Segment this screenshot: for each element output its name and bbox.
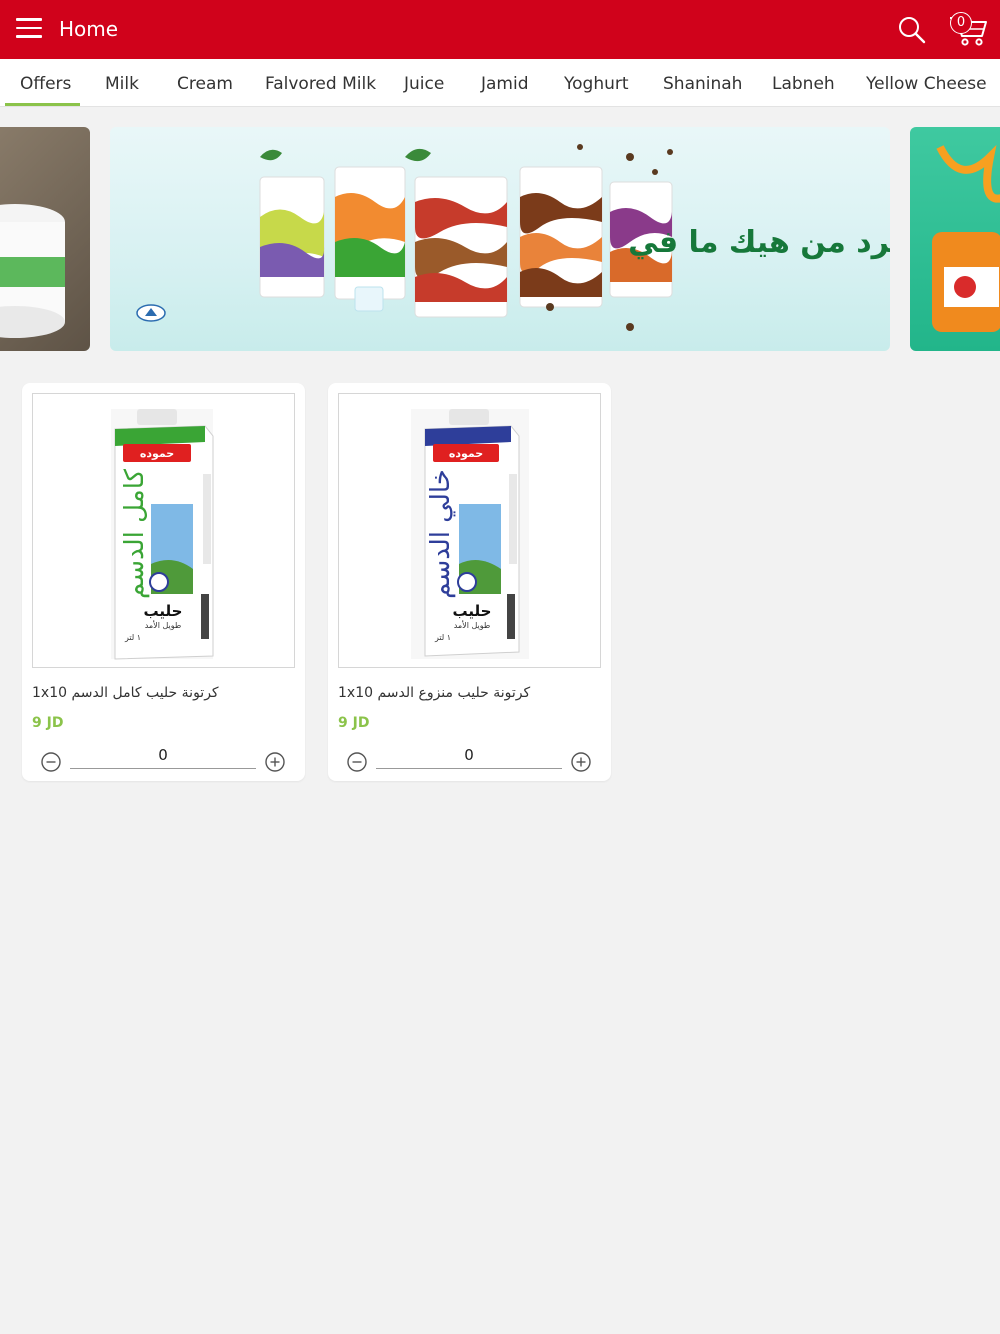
package-type: حليب — [144, 602, 183, 620]
banner-headline: ابرد من هيك ما في — [628, 225, 890, 260]
package-variant: خالي الدسم — [426, 469, 456, 599]
app-header: Home 0 — [0, 0, 1000, 59]
product-price: 9 JD — [338, 715, 370, 731]
tab-yoghurt[interactable]: Yoghurt — [564, 59, 629, 107]
package-subtype: طويل الأمد — [145, 620, 182, 630]
tab-yellow-cheese[interactable]: Yellow Cheese — [866, 59, 987, 107]
product-name: 1x10 كرتونة حليب منزوع الدسم — [338, 685, 531, 701]
product-image[interactable]: حموده خالي الدسم حليب طويل الأمد ١ لتر — [338, 393, 601, 668]
tab-flavored-milk[interactable]: Falvored Milk — [265, 59, 376, 107]
banner-next[interactable] — [910, 127, 1000, 351]
hamburger-menu-icon[interactable] — [16, 18, 42, 40]
package-variant: كامل الدسم — [120, 468, 150, 599]
category-tabs: Offers Milk Cream Falvored Milk Juice Ja… — [0, 59, 1000, 107]
product-card: حموده خالي الدسم حليب طويل الأمد ١ لتر 1… — [328, 383, 611, 781]
quantity-input[interactable] — [376, 741, 562, 769]
banner-previous[interactable] — [0, 127, 90, 351]
tab-labneh[interactable]: Labneh — [772, 59, 835, 107]
banner-carousel: ابرد من هيك ما في — [0, 117, 1000, 361]
quantity-input[interactable] — [70, 741, 256, 769]
product-name: 1x10 كرتونة حليب كامل الدسم — [32, 685, 219, 701]
tab-offers[interactable]: Offers — [20, 59, 71, 107]
package-volume: ١ لتر — [434, 633, 451, 642]
cart-button[interactable]: 0 — [946, 8, 990, 48]
tab-milk[interactable]: Milk — [105, 59, 139, 107]
package-brand: حموده — [449, 447, 483, 460]
minus-circle-icon[interactable] — [40, 751, 62, 773]
package-subtype: طويل الأمد — [454, 620, 491, 630]
tab-jamid[interactable]: Jamid — [481, 59, 529, 107]
cart-count-badge: 0 — [950, 12, 972, 34]
package-volume: ١ لتر — [124, 633, 141, 642]
active-tab-indicator — [5, 103, 80, 106]
plus-circle-icon[interactable] — [570, 751, 592, 773]
minus-circle-icon[interactable] — [346, 751, 368, 773]
product-price: 9 JD — [32, 715, 64, 731]
tab-juice[interactable]: Juice — [404, 59, 444, 107]
package-brand: حموده — [140, 447, 174, 460]
tab-cream[interactable]: Cream — [177, 59, 233, 107]
product-image[interactable]: حموده كامل الدسم حليب طويل الأمد ١ لتر — [32, 393, 295, 668]
banner-chillz[interactable]: ابرد من هيك ما في — [110, 127, 890, 351]
product-card: حموده كامل الدسم حليب طويل الأمد ١ لتر 1… — [22, 383, 305, 781]
search-icon[interactable] — [897, 15, 927, 45]
plus-circle-icon[interactable] — [264, 751, 286, 773]
tab-shaninah[interactable]: Shaninah — [663, 59, 742, 107]
page-title: Home — [59, 17, 119, 41]
chillz-cartons — [259, 144, 673, 331]
package-type: حليب — [453, 602, 492, 620]
